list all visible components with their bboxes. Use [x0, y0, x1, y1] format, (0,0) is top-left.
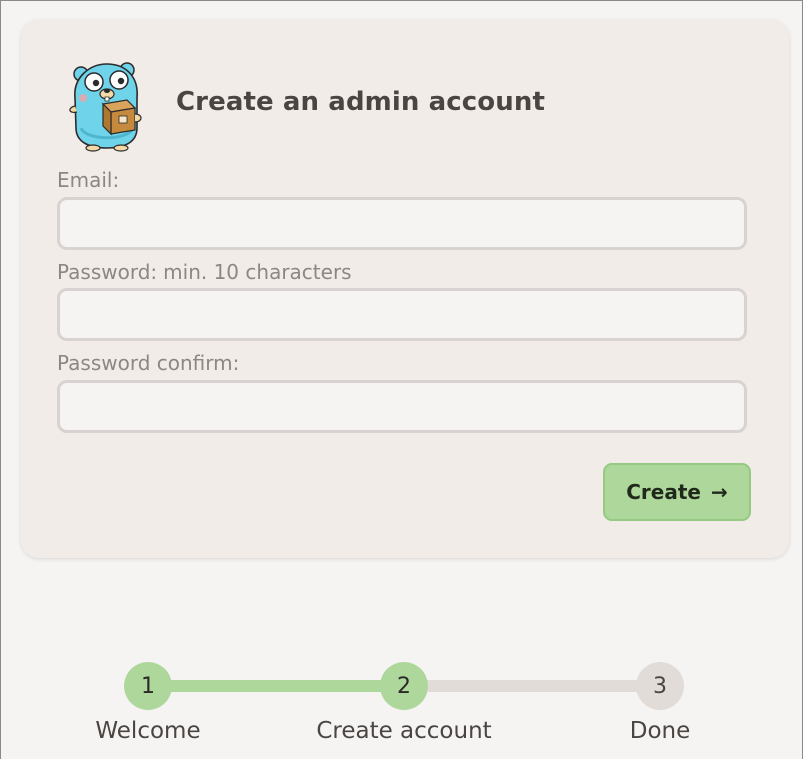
password-hint: min. 10 characters: [163, 260, 352, 284]
arrow-right-icon: →: [710, 480, 728, 504]
step-2-label: Create account: [316, 718, 492, 744]
go-gopher-logo-icon: [69, 62, 142, 152]
password-confirm-field[interactable]: [57, 380, 747, 433]
create-account-card: Create an admin account Email: Password:…: [21, 20, 789, 558]
password-label: Password: min. 10 characters: [57, 260, 352, 284]
page-title: Create an admin account: [176, 87, 546, 117]
setup-progress-stepper: 1 2 3 Welcome Create account Done: [1, 656, 803, 756]
password-field[interactable]: [57, 288, 747, 341]
create-button-label: Create: [626, 480, 701, 504]
step-1-circle: 1: [124, 662, 172, 710]
stepper-track-pending: [404, 680, 660, 692]
email-label: Email:: [57, 168, 119, 192]
step-3-circle: 3: [636, 662, 684, 710]
step-1-label: Welcome: [95, 718, 201, 744]
password-confirm-label-text: Password confirm:: [57, 351, 240, 375]
stepper-track-complete: [148, 680, 404, 692]
step-3-label: Done: [629, 718, 691, 744]
create-button[interactable]: Create →: [603, 463, 751, 521]
step-2-circle: 2: [380, 662, 428, 710]
email-label-text: Email:: [57, 168, 120, 192]
email-field[interactable]: [57, 197, 747, 250]
password-label-text: Password:: [57, 260, 158, 284]
password-confirm-label: Password confirm:: [57, 351, 239, 375]
